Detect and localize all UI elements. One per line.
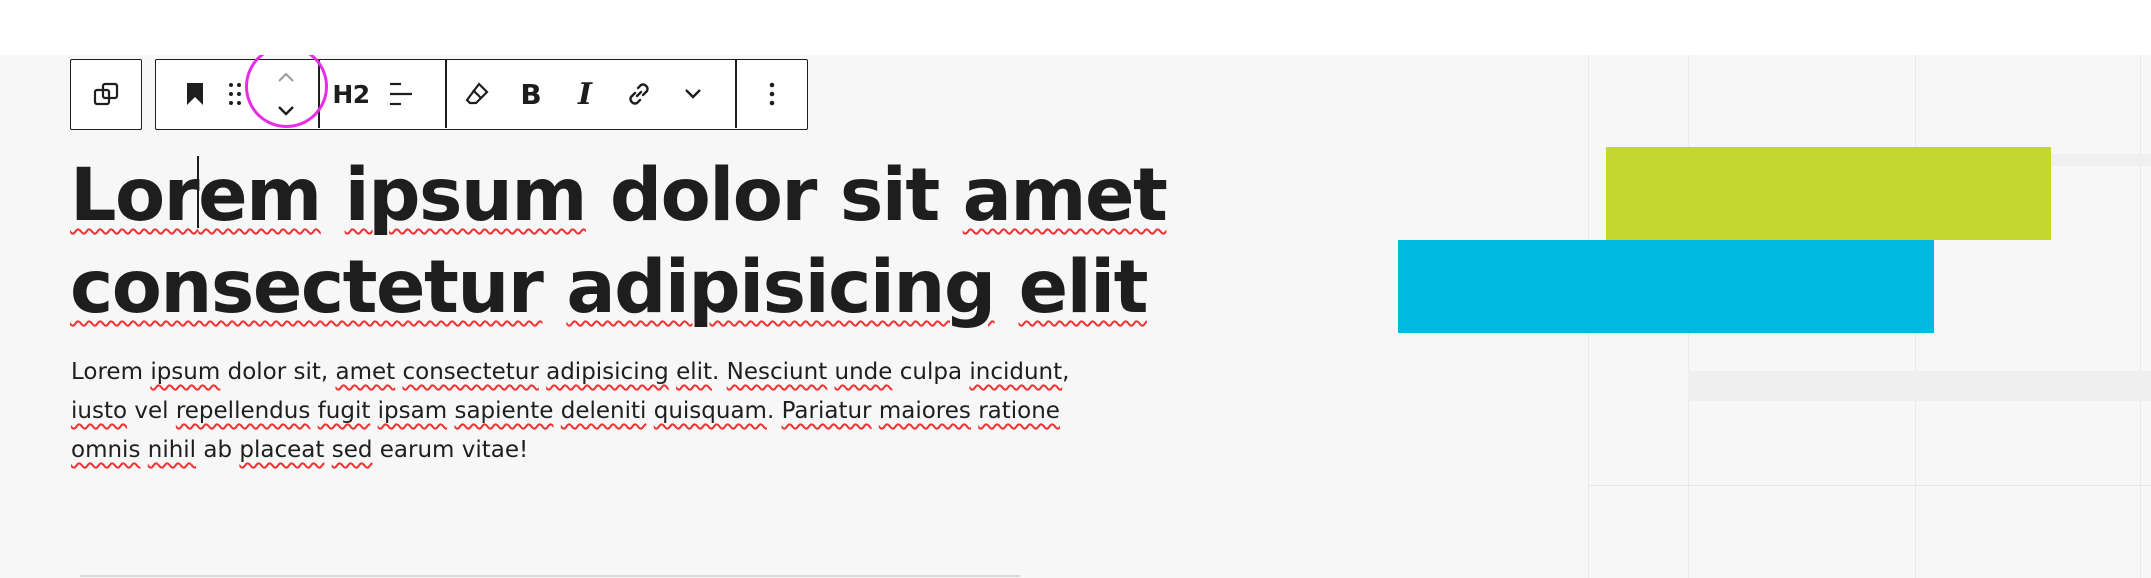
bold-label: B [520,77,542,111]
drag-handle-icon [229,83,241,105]
heading-word: amet [962,153,1168,238]
grid-band [1688,371,2151,401]
bookmark-button[interactable] [170,60,220,128]
heading-level-button[interactable]: H2 [324,60,378,128]
drag-handle[interactable] [220,60,250,128]
align-left-icon [390,82,412,106]
heading-word: consectetur [70,245,544,330]
bold-button[interactable]: B [508,60,554,128]
bookmark-icon [187,83,203,105]
heading-level-label: H2 [332,79,370,109]
link-icon [629,83,649,105]
highlight-button[interactable] [454,60,500,128]
block-transform-icon [93,82,118,106]
heading-word: ipsum [344,153,588,238]
transform-button[interactable] [71,60,140,128]
italic-button[interactable]: I [562,60,608,128]
body-paragraph[interactable]: Lorem ipsum dolor sit, amet consectetur … [71,353,1071,470]
move-up-button[interactable] [262,60,310,94]
block-toolbar: H2 B I [155,59,808,130]
move-down-button[interactable] [262,94,310,128]
eraser-icon [465,82,489,105]
toolbar-separator [735,60,737,128]
chevron-up-icon [278,72,294,82]
lime-block [1606,147,2051,240]
page-heading[interactable]: Lorem ipsum dolor sit amet consectetur a… [70,150,1170,334]
editor-canvas: H2 B I Lorem ipsum dolor sit amet consec… [0,55,2151,578]
toolbar-separator [445,60,447,128]
align-button[interactable] [378,60,424,128]
heading-word: adipisicing [566,245,996,330]
toolbar-separator [318,60,320,128]
heading-word: Lorem [70,153,322,238]
heading-word: elit [1018,245,1149,330]
divider [80,575,1020,577]
chevron-down-icon [685,89,701,99]
grid-line [1588,485,2151,486]
cyan-block [1398,240,1934,333]
block-switcher [70,59,142,130]
options-button[interactable] [738,60,806,128]
more-formats-button[interactable] [670,60,716,128]
grid-line [2140,55,2141,578]
kebab-menu-icon [769,82,775,106]
link-button[interactable] [616,60,662,128]
chevron-down-icon [278,106,294,116]
italic-label: I [577,76,593,112]
